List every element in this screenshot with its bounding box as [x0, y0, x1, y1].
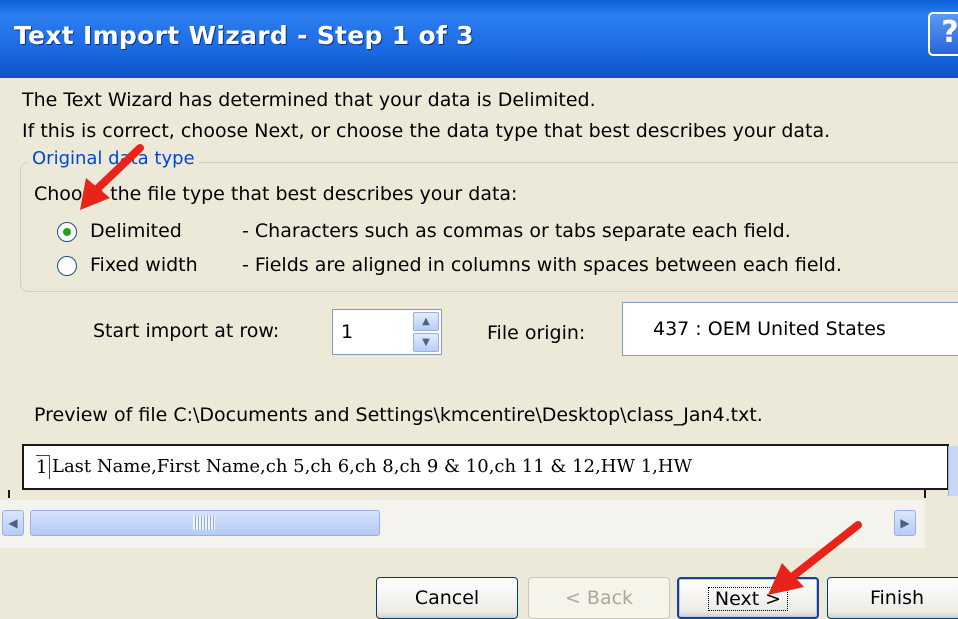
group-legend: Original data type [28, 148, 199, 169]
title-bar: Text Import Wizard - Step 1 of 3 [0, 0, 958, 78]
file-origin-dropdown[interactable]: 437 : OEM United States [622, 302, 958, 356]
back-button[interactable]: < Back [528, 577, 670, 619]
delimited-radio[interactable] [57, 222, 77, 242]
help-button[interactable]: ? [928, 12, 958, 56]
spin-buttons: ▲ ▼ [413, 312, 439, 352]
preview-label: Preview of file C:\Documents and Setting… [34, 404, 763, 426]
next-button[interactable]: Next > [677, 577, 819, 619]
scroll-grip-icon [193, 516, 215, 530]
spin-down-icon[interactable]: ▼ [413, 333, 439, 352]
spin-up-icon[interactable]: ▲ [413, 312, 439, 331]
next-button-label: Next > [707, 587, 789, 611]
finish-button[interactable]: Finish [827, 577, 958, 619]
cancel-button[interactable]: Cancel [376, 577, 518, 619]
delimited-description: - Characters such as commas or tabs sepa… [242, 220, 791, 242]
file-origin-value: 437 : OEM United States [653, 318, 886, 340]
file-type-prompt: Choose the file type that best describes… [34, 183, 518, 205]
fixed-width-description: - Fields are aligned in columns with spa… [242, 254, 842, 276]
start-row-stepper[interactable]: 1 ▲ ▼ [332, 309, 442, 355]
scroll-thumb[interactable] [30, 510, 380, 536]
delimited-label[interactable]: Delimited [90, 220, 182, 242]
intro-line-2: If this is correct, choose Next, or choo… [22, 120, 831, 142]
start-row-value[interactable]: 1 [341, 321, 353, 343]
window-title: Text Import Wizard - Step 1 of 3 [14, 21, 474, 50]
scroll-right-icon[interactable]: ▶ [894, 510, 916, 536]
file-origin-label: File origin: [487, 322, 586, 344]
preview-row-text: Last Name,First Name,ch 5,ch 6,ch 8,ch 9… [52, 456, 693, 477]
fixed-width-radio[interactable] [57, 256, 77, 276]
fixed-width-label[interactable]: Fixed width [90, 254, 198, 276]
radio-selected-dot [63, 228, 71, 236]
scroll-left-icon[interactable]: ◀ [2, 510, 24, 536]
preview-frame-bottom [8, 490, 926, 498]
preview-vertical-scrollbar[interactable] [948, 446, 958, 496]
start-row-label: Start import at row: [93, 320, 280, 342]
preview-pane[interactable]: 1 Last Name,First Name,ch 5,ch 6,ch 8,ch… [22, 444, 949, 490]
preview-horizontal-scrollbar[interactable]: ◀ ▶ [0, 500, 925, 548]
intro-line-1: The Text Wizard has determined that your… [22, 89, 596, 111]
preview-row-number: 1 [36, 455, 50, 479]
